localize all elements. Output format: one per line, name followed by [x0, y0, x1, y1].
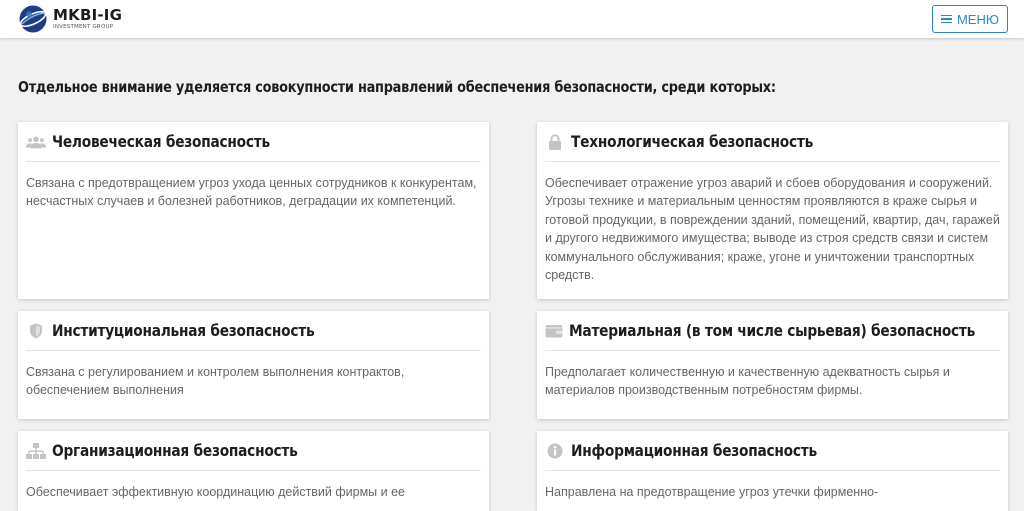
top-navbar: MKBI-IG INVESTMENT GROUP МЕНЮ: [0, 0, 1024, 38]
section-intro-heading: Отдельное внимание уделяется совокупност…: [18, 78, 776, 96]
card-description: Связана с регулированием и контролем вып…: [26, 365, 405, 398]
card-title: Материальная (в том числе сырьевая) безо…: [569, 321, 976, 340]
card-header: Организационная безопасность: [26, 431, 481, 471]
card-title: Организационная безопасность: [52, 441, 298, 460]
card-organizational-security: Организационная безопасность Обеспечивае…: [18, 431, 489, 511]
card-title: Технологическая безопасность: [571, 132, 814, 151]
site-logo[interactable]: MKBI-IG INVESTMENT GROUP: [18, 2, 122, 36]
card-header: Институциональная безопасность: [26, 311, 481, 351]
lock-icon: [545, 133, 565, 150]
card-title: Информационная безопасность: [571, 441, 817, 460]
menu-button[interactable]: МЕНЮ: [931, 5, 1008, 33]
card-header: Человеческая безопасность: [26, 122, 481, 162]
wallet-icon: [545, 323, 563, 339]
card-description: Предполагает количественную и качественн…: [545, 365, 950, 398]
card-title: Институциональная безопасность: [52, 321, 315, 340]
logo-name: MKBI-IG: [53, 5, 123, 24]
users-icon: [26, 134, 46, 150]
card-title: Человеческая безопасность: [52, 132, 270, 151]
menu-button-label: МЕНЮ: [956, 11, 999, 27]
card-description: Связана с предотвращением угроз ухода це…: [26, 176, 477, 209]
info-icon: [545, 443, 565, 459]
sitemap-icon: [26, 442, 46, 459]
card-human-security: Человеческая безопасность Связана с пред…: [18, 122, 489, 299]
card-header: Информационная безопасность: [545, 431, 1000, 471]
card-header: Технологическая безопасность: [545, 122, 1000, 162]
card-header: Материальная (в том числе сырьевая) безо…: [545, 311, 1000, 351]
card-institutional-security: Институциональная безопасность Связана с…: [18, 311, 489, 419]
card-material-security: Материальная (в том числе сырьевая) безо…: [537, 311, 1008, 419]
globe-logo-icon: [19, 5, 47, 33]
logo-text: MKBI-IG INVESTMENT GROUP: [53, 5, 123, 31]
card-description: Обеспечивает отражение угроз аварий и сб…: [545, 176, 1000, 283]
shield-icon: [26, 323, 46, 339]
card-technological-security: Технологическая безопасность Обеспечивае…: [537, 122, 1008, 299]
card-description: Направлена на предотвращение угроз утечк…: [545, 485, 879, 499]
logo-tagline: INVESTMENT GROUP: [53, 23, 114, 30]
card-description: Обеспечивает эффективную координацию дей…: [26, 485, 405, 499]
card-information-security: Информационная безопасность Направлена н…: [537, 431, 1008, 511]
hamburger-icon: [940, 14, 952, 24]
